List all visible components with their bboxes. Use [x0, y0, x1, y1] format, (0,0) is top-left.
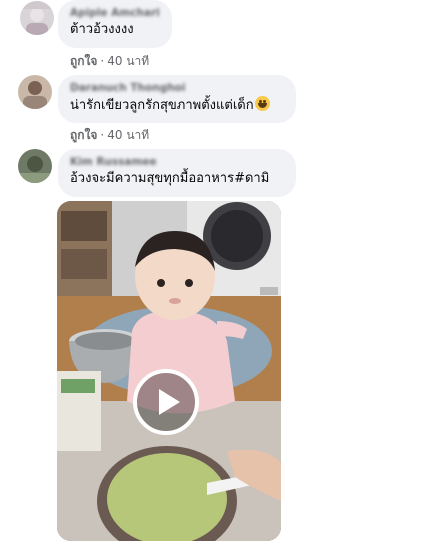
comment-text: น่ารักเขียวลูกรักสุขภาพตั้งแต่เด็ก: [70, 98, 254, 113]
comment-timestamp[interactable]: 40 นาที: [107, 128, 149, 142]
comment-bubble: Apiple Amchari ต้าวอ้วงงงง: [58, 0, 172, 48]
comment-actions: ถูกใจ · 40 นาที: [70, 53, 149, 69]
comment-text: อ้วงจะมีความสุขทุกมื้ออาหาร#ดามิ: [70, 171, 270, 186]
comment-author[interactable]: Kim Russamee: [70, 155, 284, 170]
comment-text: ต้าวอ้วงงงง: [70, 22, 134, 37]
like-button[interactable]: ถูกใจ: [70, 128, 97, 142]
comment-author[interactable]: Apiple Amchari: [70, 6, 160, 21]
avatar[interactable]: [20, 1, 54, 35]
comment-bubble: Daranuch Thonghoi น่ารักเขียวลูกรักสุขภา…: [58, 75, 296, 123]
comment-text-line: น่ารักเขียวลูกรักสุขภาพตั้งแต่เด็ก: [70, 96, 284, 115]
like-button[interactable]: ถูกใจ: [70, 54, 97, 68]
avatar[interactable]: [18, 75, 52, 109]
avatar[interactable]: [18, 149, 52, 183]
comment-author[interactable]: Daranuch Thonghoi: [70, 81, 284, 96]
comment-timestamp[interactable]: 40 นาที: [107, 54, 149, 68]
play-button[interactable]: [133, 369, 199, 435]
video-attachment[interactable]: [57, 201, 281, 541]
grinning-face-icon: [254, 96, 270, 111]
separator-dot: ·: [100, 54, 105, 68]
comment-bubble: Kim Russamee อ้วงจะมีความสุขทุกมื้ออาหาร…: [58, 149, 296, 197]
play-icon: [159, 389, 180, 415]
separator-dot: ·: [100, 128, 105, 142]
comment-actions: ถูกใจ · 40 นาที: [70, 127, 149, 143]
